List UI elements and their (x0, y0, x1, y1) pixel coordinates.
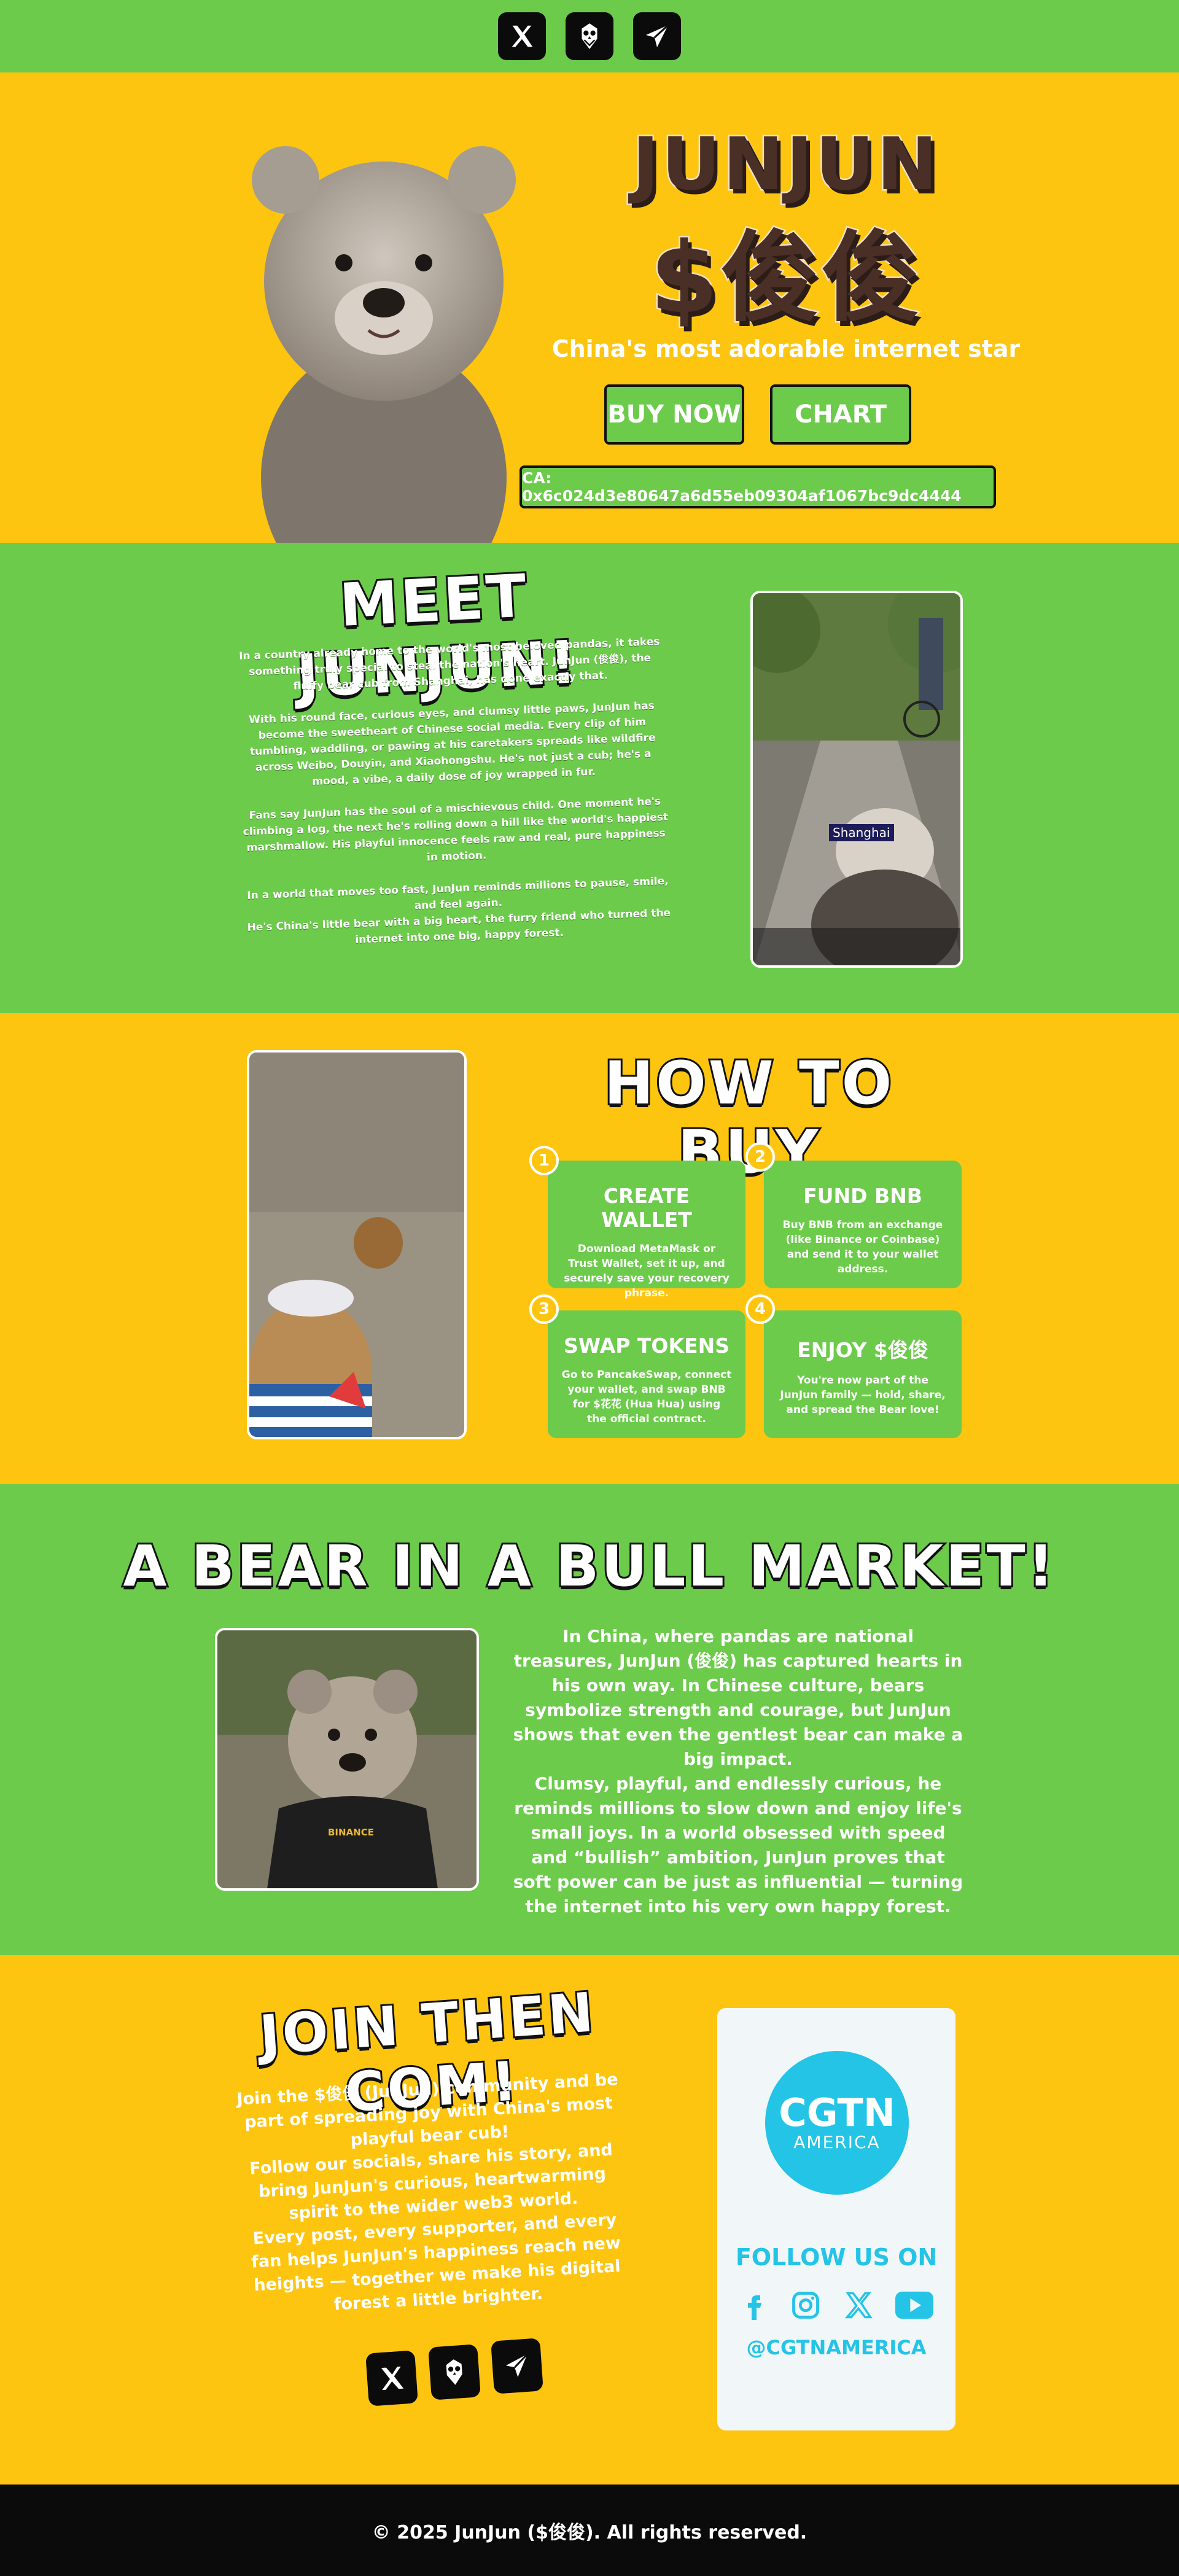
step-card: CREATE WALLET Download MetaMask or Trust… (548, 1161, 745, 1299)
x-icon (512, 25, 533, 47)
telegram-icon (646, 24, 669, 47)
top-social-bar (0, 0, 1179, 72)
chart-button[interactable]: CHART (770, 384, 911, 445)
footer-copyright: © 2025 JunJun ($俊俊). All rights reserved… (372, 2521, 807, 2543)
owl-icon (446, 2359, 462, 2385)
step-text: Download MetaMask or Trust Wallet, set i… (564, 1243, 730, 1299)
step-text: Buy BNB from an exchange (like Binance o… (782, 1219, 943, 1275)
owl-link-button[interactable] (428, 2344, 481, 2400)
owl-link-button[interactable] (566, 12, 613, 60)
instagram-icon[interactable] (790, 2289, 822, 2321)
meet-video[interactable]: Shanghai (750, 591, 963, 968)
how-to-buy-image (247, 1050, 467, 1439)
bear-in-shirt-image (217, 1630, 477, 1888)
cgtn-logo-sub: AMERICA (793, 2131, 881, 2152)
meet-text: In a country already home to the world's… (235, 634, 675, 952)
cgtn-logo-circle: CGTN AMERICA (765, 2051, 909, 2195)
x-link-button[interactable] (498, 12, 546, 60)
step-card: SWAP TOKENS Go to PancakeSwap, connect y… (548, 1310, 745, 1438)
bull-market-paragraph: Clumsy, playful, and endlessly curious, … (513, 1773, 963, 1916)
facebook-icon[interactable] (739, 2289, 769, 2321)
footer: © 2025 JunJun ($俊俊). All rights reserved… (0, 2485, 1179, 2576)
step-text: You're now part of the JunJun family — h… (780, 1374, 946, 1416)
owl-icon (582, 23, 597, 49)
how-to-buy-section: HOW TO BUY CREATE WALLET Download MetaMa… (0, 1013, 1179, 1484)
bull-market-paragraph: In China, where pandas are national trea… (513, 1626, 963, 1769)
meet-section: MEET JUNJUN! In a country already home t… (0, 543, 1179, 1013)
bear-and-teddy-image (249, 1053, 464, 1437)
hero-title-line2: $俊俊 (648, 219, 922, 337)
bull-market-text: In China, where pandas are national trea… (512, 1624, 964, 1919)
telegram-icon (505, 2353, 528, 2377)
meet-paragraph: Fans say JunJun has the soul of a mischi… (243, 795, 669, 864)
step-number: 4 (745, 1294, 775, 1324)
bull-market-image: BINANCE (215, 1628, 479, 1891)
buy-now-button[interactable]: BUY NOW (604, 384, 744, 445)
join-paragraph: Every post, every supporter, and every f… (251, 2210, 621, 2314)
step-text: Go to PancakeSwap, connect your wallet, … (561, 1369, 732, 1425)
x-icon[interactable] (842, 2289, 874, 2321)
hero-section: JUNJUN $俊俊 China's most adorable interne… (0, 72, 1179, 543)
telegram-link-button[interactable] (633, 12, 681, 60)
step-card: ENJOY $俊俊 You're now part of the JunJun … (764, 1310, 962, 1438)
step-title: CREATE WALLET (601, 1184, 692, 1232)
forest-path-image (753, 593, 960, 965)
bull-market-section: A BEAR IN A BULL MARKET! BINANCE In Chin… (0, 1484, 1179, 1955)
bull-market-title: A BEAR IN A BULL MARKET! (121, 1531, 1056, 1601)
step-number: 3 (529, 1294, 559, 1324)
hero-tagline: China's most adorable internet star (551, 335, 1021, 362)
x-link-button[interactable] (365, 2350, 418, 2407)
cgtn-logo-main: CGTN (779, 2090, 895, 2135)
telegram-link-button[interactable] (491, 2338, 543, 2394)
cgtn-follow-label: FOLLOW US ON (735, 2244, 938, 2271)
join-section: JOIN THEN COM! Join the $俊俊 (JunJun) com… (0, 1955, 1179, 2485)
bear-cub-image (252, 146, 516, 543)
step-card: FUND BNB Buy BNB from an exchange (like … (764, 1161, 962, 1288)
cgtn-social-icons (739, 2289, 933, 2321)
hero-title-line1: JUNJUN (631, 120, 940, 208)
step-title: SWAP TOKENS (564, 1334, 730, 1358)
step-title: FUND BNB (803, 1184, 922, 1208)
step-title: ENJOY $俊俊 (797, 1338, 928, 1362)
meet-paragraph: With his round face, curious eyes, and c… (248, 699, 656, 788)
contract-address[interactable]: CA: 0x6c024d3e80647a6d55eb09304af1067bc9… (519, 465, 996, 508)
binance-shirt-logo: BINANCE (328, 1827, 374, 1838)
cgtn-card[interactable]: CGTN AMERICA FOLLOW US ON @CGTNAMERICA (717, 2008, 955, 2430)
youtube-icon[interactable] (895, 2290, 933, 2320)
join-text: Join the $俊俊 (JunJun) community and be p… (228, 2068, 639, 2321)
step-number: 1 (529, 1146, 559, 1175)
cgtn-handle[interactable]: @CGTNAMERICA (717, 2336, 955, 2359)
video-caption: Shanghai (829, 824, 894, 841)
x-icon (381, 2366, 404, 2391)
step-number: 2 (745, 1142, 775, 1172)
